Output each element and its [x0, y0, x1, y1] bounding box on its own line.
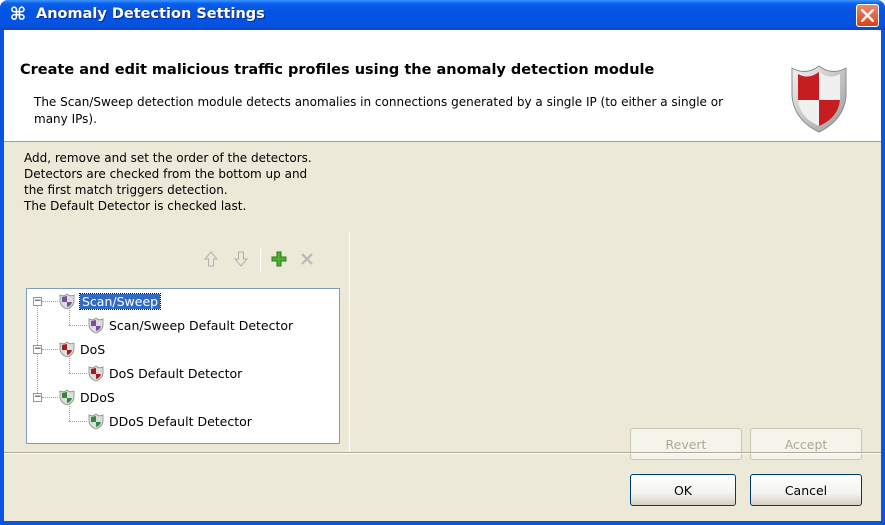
tree-connector	[69, 325, 87, 326]
collapse-toggle[interactable]: −	[33, 393, 42, 402]
revert-button[interactable]: Revert	[630, 428, 742, 460]
vertical-divider	[349, 232, 350, 452]
tree-node-dos-default[interactable]: DoS Default Detector	[87, 362, 242, 384]
collapse-toggle[interactable]: −	[33, 297, 42, 306]
remove-detector-button[interactable]	[296, 248, 318, 270]
footer-separator	[4, 452, 881, 454]
shield-icon	[88, 413, 104, 430]
shield-icon	[791, 65, 847, 133]
close-icon	[861, 9, 874, 22]
accept-button[interactable]: Accept	[750, 428, 862, 460]
shield-icon	[59, 341, 75, 358]
banner-description: The Scan/Sweep detection module detects …	[34, 95, 724, 126]
move-up-button[interactable]	[200, 248, 222, 270]
tree-node-label: DoS Default Detector	[109, 365, 243, 381]
shield-icon	[88, 365, 104, 382]
tree-connector	[69, 421, 87, 422]
detector-editor-area: Add, remove and set the order of the det…	[4, 150, 881, 460]
tree-node-ddos-default[interactable]: DDoS Default Detector	[87, 410, 252, 432]
detector-tree[interactable]: − Scan/Sweep Scan/Sweep Default Detector	[26, 288, 340, 444]
toolbar-separator	[260, 248, 261, 272]
tree-connector	[42, 397, 58, 398]
collapse-toggle[interactable]: −	[33, 345, 42, 354]
tree-node-label: DDoS Default Detector	[109, 413, 252, 429]
move-down-button[interactable]	[230, 248, 252, 270]
banner-heading: Create and edit malicious traffic profil…	[20, 62, 655, 78]
shield-icon	[59, 389, 75, 406]
tree-node-dos[interactable]: DoS	[58, 338, 105, 360]
tree-connector	[42, 349, 58, 350]
ok-button[interactable]: OK	[630, 474, 736, 506]
shield-icon	[88, 317, 104, 334]
shield-icon	[59, 293, 75, 310]
window-title: Anomaly Detection Settings	[36, 6, 265, 22]
title-bar[interactable]: ⌘ Anomaly Detection Settings	[0, 0, 885, 30]
tree-node-label: Scan/Sweep	[78, 292, 162, 310]
tree-node-label: DoS	[80, 341, 106, 357]
tree-node-label: Scan/Sweep Default Detector	[109, 317, 294, 333]
dialog-window: ⌘ Anomaly Detection Settings Create and …	[0, 0, 885, 525]
tree-node-ddos[interactable]: DDoS	[58, 386, 115, 408]
tree-connector	[69, 373, 87, 374]
add-detector-button[interactable]	[268, 248, 290, 270]
tree-node-scan-sweep-default[interactable]: Scan/Sweep Default Detector	[87, 314, 293, 336]
tree-node-scan-sweep[interactable]: Scan/Sweep	[58, 290, 162, 312]
dialog-client-area: Create and edit malicious traffic profil…	[4, 30, 881, 521]
instructions-text: Add, remove and set the order of the det…	[24, 151, 312, 213]
app-icon: ⌘	[9, 4, 27, 25]
header-banner: Create and edit malicious traffic profil…	[4, 30, 881, 142]
tree-connector	[42, 301, 58, 302]
tree-node-label: DDoS	[80, 389, 115, 405]
remove-icon	[301, 253, 313, 265]
move-up-icon	[204, 251, 218, 267]
close-button[interactable]	[856, 4, 879, 27]
add-icon	[271, 251, 287, 267]
move-down-icon	[234, 251, 248, 267]
cancel-button[interactable]: Cancel	[750, 474, 862, 506]
